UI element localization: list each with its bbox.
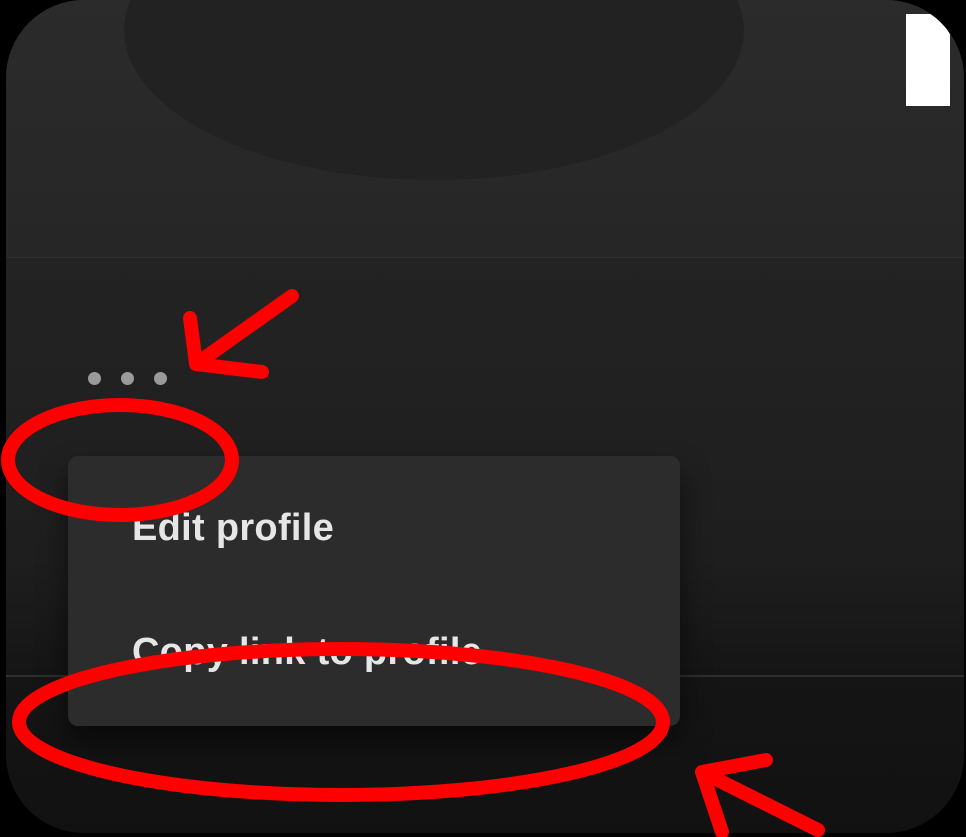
menu-item-edit-profile[interactable]: Edit profile: [132, 498, 660, 558]
more-horizontal-icon-dot: [154, 371, 167, 385]
more-horizontal-icon: [88, 371, 101, 385]
profile-screen: Edit profile Copy link to profile: [6, 0, 964, 833]
document-icon: [906, 14, 950, 106]
menu-item-label: Copy link to profile: [132, 630, 483, 673]
menu-item-copy-link[interactable]: Copy link to profile: [132, 622, 660, 682]
header-avatar-shadow: [124, 0, 744, 180]
more-options-button[interactable]: [82, 362, 198, 394]
profile-header: [6, 0, 964, 258]
profile-context-menu: Edit profile Copy link to profile: [68, 456, 680, 726]
more-horizontal-icon-dot: [121, 371, 134, 385]
menu-item-label: Edit profile: [132, 506, 335, 549]
